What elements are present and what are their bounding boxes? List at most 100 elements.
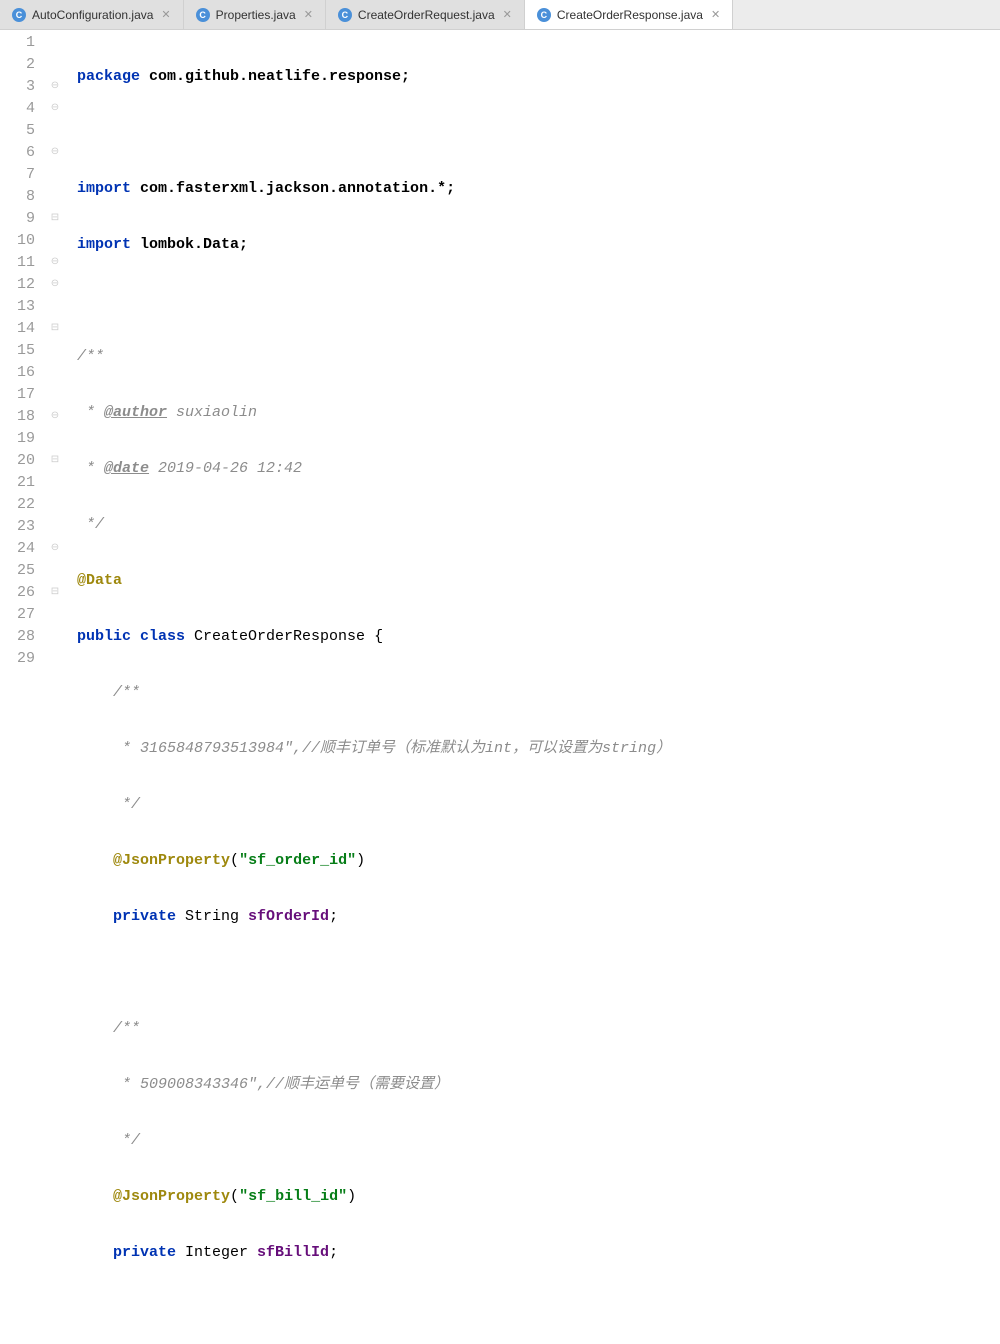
comment: suxiaolin (167, 404, 257, 421)
annotation: @Data (77, 572, 122, 589)
tab-label: CreateOrderResponse.java (557, 8, 703, 22)
class-name: CreateOrderResponse (185, 628, 374, 645)
comment: * 509008343346",//顺丰运单号（需要设置） (113, 1076, 449, 1093)
line-number: 25 (0, 560, 45, 582)
line-number: 10 (0, 230, 45, 252)
tab-autoconfiguration[interactable]: C AutoConfiguration.java ✕ (0, 0, 184, 29)
identifier: sfOrderId (248, 908, 329, 925)
identifier: sfBillId (257, 1244, 329, 1261)
tab-bar: C AutoConfiguration.java ✕ C Properties.… (0, 0, 1000, 30)
fold-icon[interactable]: ⊖ (45, 142, 65, 164)
code-text: lombok.Data; (131, 236, 248, 253)
fold-end-icon[interactable]: ⊟ (45, 582, 65, 604)
line-number: 9 (0, 208, 45, 230)
comment: */ (77, 516, 104, 533)
tab-label: AutoConfiguration.java (32, 8, 153, 22)
line-number: 2 (0, 54, 45, 76)
type: String (176, 908, 248, 925)
semi: ; (329, 908, 338, 925)
tab-label: Properties.java (216, 8, 296, 22)
line-number: 21 (0, 472, 45, 494)
annotation: @JsonProperty (113, 852, 230, 869)
comment: * (77, 460, 104, 477)
comment: /** (113, 1020, 140, 1037)
annotation: @JsonProperty (113, 1188, 230, 1205)
comment: 2019-04-26 12:42 (149, 460, 302, 477)
paren: ( (230, 1188, 239, 1205)
line-number: 22 (0, 494, 45, 516)
type: Integer (176, 1244, 257, 1261)
fold-icon[interactable]: ⊖ (45, 538, 65, 560)
line-number: 23 (0, 516, 45, 538)
fold-gutter: ⊖ ⊖ ⊖ ⊟ ⊖ ⊖ ⊟ ⊖ ⊟ ⊖ ⊟ (45, 30, 65, 672)
close-icon[interactable]: ✕ (711, 8, 720, 21)
line-number: 29 (0, 648, 45, 670)
tab-createorderresponse[interactable]: C CreateOrderResponse.java ✕ (525, 0, 733, 29)
tab-label: CreateOrderRequest.java (358, 8, 495, 22)
close-icon[interactable]: ✕ (161, 8, 170, 21)
code-text: com.fasterxml.jackson.annotation.*; (131, 180, 455, 197)
string: "sf_bill_id" (239, 1188, 347, 1205)
line-number: 24 (0, 538, 45, 560)
comment: */ (113, 1132, 140, 1149)
class-icon: C (196, 8, 210, 22)
keyword: private (113, 908, 176, 925)
tab-properties[interactable]: C Properties.java ✕ (184, 0, 326, 29)
string: "sf_order_id" (239, 852, 356, 869)
close-icon[interactable]: ✕ (503, 8, 512, 21)
line-number-gutter: 1 2 3 4 5 6 7 8 9 10 11 12 13 14 15 16 1… (0, 30, 45, 672)
fold-icon[interactable]: ⊖ (45, 252, 65, 274)
keyword: class (131, 628, 185, 645)
fold-icon[interactable]: ⊖ (45, 76, 65, 98)
tab-createorderrequest[interactable]: C CreateOrderRequest.java ✕ (326, 0, 525, 29)
class-icon: C (338, 8, 352, 22)
line-number: 12 (0, 274, 45, 296)
close-icon[interactable]: ✕ (304, 8, 313, 21)
line-number: 15 (0, 340, 45, 362)
line-number: 18 (0, 406, 45, 428)
class-icon: C (12, 8, 26, 22)
keyword: public (77, 628, 131, 645)
line-number: 6 (0, 142, 45, 164)
comment: /** (77, 348, 104, 365)
fold-icon[interactable]: ⊖ (45, 406, 65, 428)
line-number: 26 (0, 582, 45, 604)
line-number: 5 (0, 120, 45, 142)
line-number: 11 (0, 252, 45, 274)
brace: { (374, 628, 383, 645)
line-number: 19 (0, 428, 45, 450)
doc-tag: @date (104, 460, 149, 477)
keyword: private (113, 1244, 176, 1261)
comment: * 3165848793513984",//顺丰订单号（标准默认为int，可以设… (113, 740, 671, 757)
line-number: 7 (0, 164, 45, 186)
keyword: import (77, 236, 131, 253)
fold-end-icon[interactable]: ⊟ (45, 450, 65, 472)
class-icon: C (537, 8, 551, 22)
line-number: 28 (0, 626, 45, 648)
code-editor[interactable]: 1 2 3 4 5 6 7 8 9 10 11 12 13 14 15 16 1… (0, 30, 1000, 672)
fold-icon[interactable]: ⊖ (45, 274, 65, 296)
line-number: 8 (0, 186, 45, 208)
line-number: 3 (0, 76, 45, 98)
comment: * (77, 404, 104, 421)
keyword: package (77, 68, 140, 85)
semi: ; (329, 1244, 338, 1261)
paren: ) (347, 1188, 356, 1205)
paren: ( (230, 852, 239, 869)
line-number: 27 (0, 604, 45, 626)
doc-tag: @author (104, 404, 167, 421)
fold-end-icon[interactable]: ⊟ (45, 318, 65, 340)
line-number: 13 (0, 296, 45, 318)
line-number: 17 (0, 384, 45, 406)
line-number: 16 (0, 362, 45, 384)
fold-icon[interactable]: ⊖ (45, 98, 65, 120)
line-number: 14 (0, 318, 45, 340)
line-number: 1 (0, 32, 45, 54)
line-number: 20 (0, 450, 45, 472)
comment: */ (113, 796, 140, 813)
comment: /** (113, 684, 140, 701)
paren: ) (356, 852, 365, 869)
code-area[interactable]: package com.github.neatlife.response; im… (65, 30, 1000, 672)
fold-end-icon[interactable]: ⊟ (45, 208, 65, 230)
keyword: import (77, 180, 131, 197)
